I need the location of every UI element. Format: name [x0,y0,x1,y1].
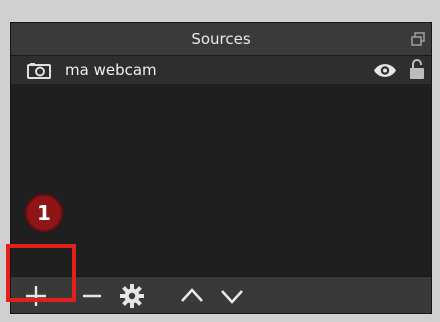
sources-dock: Sources ma webcam [10,22,432,314]
sources-list[interactable]: ma webcam [11,56,431,276]
plus-icon [26,286,46,306]
unlocked-lock-icon[interactable] [409,59,425,80]
chevron-down-icon [221,290,243,304]
source-label: ma webcam [65,61,157,79]
remove-source-button[interactable] [77,281,107,311]
move-source-down-button[interactable] [217,281,247,311]
source-properties-button[interactable] [117,281,147,311]
step-number-badge: 1 [25,194,63,232]
sources-dock-header: Sources [11,23,431,56]
minus-icon [83,294,101,298]
add-source-button[interactable] [21,281,51,311]
eye-icon[interactable] [373,63,397,78]
move-source-up-button[interactable] [177,281,207,311]
dock-title: Sources [191,30,251,48]
gear-icon [120,284,144,308]
dock-float-icon[interactable] [411,31,425,46]
sources-toolbar [11,276,431,313]
chevron-up-icon [181,288,203,302]
source-row-webcam[interactable]: ma webcam [11,56,431,84]
screenshot-frame: Sources ma webcam 1 [0,0,440,322]
camera-icon [27,62,51,79]
